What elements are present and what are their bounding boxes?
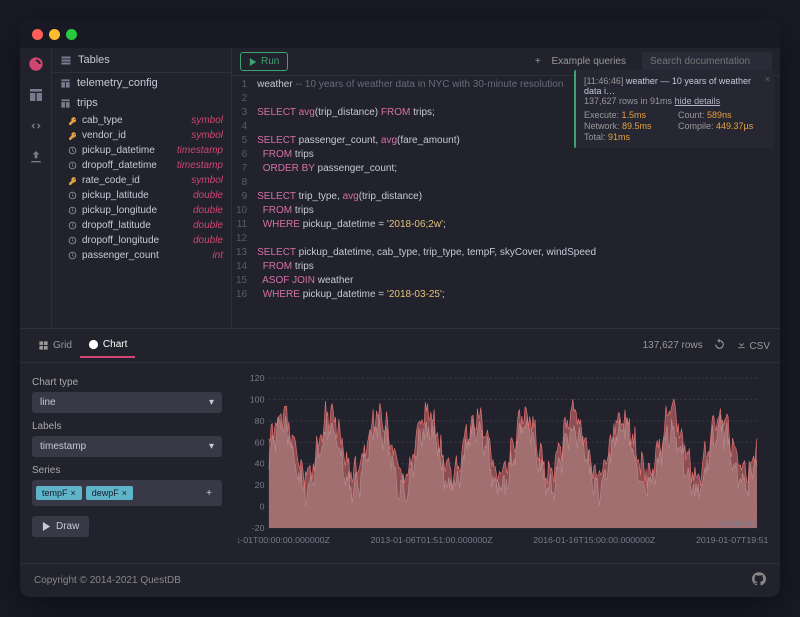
column-item[interactable]: pickup_longitudedouble (62, 203, 231, 218)
labels-label: Labels (32, 421, 222, 432)
svg-text:120: 120 (250, 373, 265, 382)
chart-type-select[interactable]: line▾ (32, 392, 222, 413)
series-select[interactable]: tempF × dewpF × + (32, 480, 222, 506)
chart-icon (88, 339, 99, 350)
svg-text:100: 100 (250, 395, 265, 404)
code-icon[interactable] (28, 118, 44, 137)
notification-panel: × [11:46:46] weather — 10 years of weath… (574, 70, 774, 148)
svg-text:-20: -20 (252, 523, 265, 532)
copyright: Copyright © 2014-2021 QuestDB (34, 575, 181, 586)
svg-text:timestamp: timestamp (716, 518, 757, 527)
column-item[interactable]: pickup_datetimetimestamp (62, 143, 231, 158)
series-label: Series (32, 465, 222, 476)
refresh-icon[interactable] (713, 338, 726, 354)
csv-button[interactable]: CSV (736, 339, 770, 352)
svg-text:2016-01-16T15:00:00.000000Z: 2016-01-16T15:00:00.000000Z (533, 535, 655, 544)
column-item[interactable]: cab_typesymbol (62, 113, 231, 128)
svg-text:2013-01-06T01:51:00.000000Z: 2013-01-06T01:51:00.000000Z (371, 535, 493, 544)
table-icon[interactable] (28, 87, 44, 106)
plus-icon: + (535, 56, 541, 67)
example-queries-button[interactable]: + Example queries (527, 53, 634, 70)
chevron-down-icon: ▾ (209, 397, 214, 408)
svg-text:60: 60 (255, 438, 265, 447)
chart-type-label: Chart type (32, 377, 222, 388)
table-item[interactable]: telemetry_config (52, 73, 231, 93)
svg-text:2019-01-07T19:51:00.000000Z: 2019-01-07T19:51:00.000000Z (696, 535, 768, 544)
tables-header: Tables (52, 48, 231, 73)
logo-icon[interactable] (28, 56, 44, 75)
close-dot[interactable] (32, 29, 43, 40)
svg-text:2010-01-01T00:00:00.000000Z: 2010-01-01T00:00:00.000000Z (238, 535, 330, 544)
chart-controls: Chart type line▾ Labels timestamp▾ Serie… (32, 373, 222, 553)
row-count: 137,627 rows (643, 340, 703, 351)
chevron-down-icon: ▾ (209, 441, 214, 452)
svg-text:20: 20 (255, 481, 265, 490)
table-item[interactable]: trips (52, 93, 231, 113)
labels-select[interactable]: timestamp▾ (32, 436, 222, 457)
chart-canvas: -20 0 20 40 60 80 100 120 2010-01-01T00:00:00.00… (238, 373, 768, 553)
min-dot[interactable] (49, 29, 60, 40)
github-icon[interactable] (752, 572, 766, 589)
search-input[interactable] (642, 52, 772, 71)
max-dot[interactable] (66, 29, 77, 40)
column-item[interactable]: rate_code_idsymbol (62, 173, 231, 188)
line-gutter: 12345678910111213141516 (232, 76, 253, 328)
hide-details-link[interactable]: hide details (675, 96, 721, 106)
tab-grid[interactable]: Grid (30, 334, 80, 357)
close-icon[interactable]: × (765, 74, 770, 84)
column-item[interactable]: dropoff_latitudedouble (62, 218, 231, 233)
column-item[interactable]: passenger_countint (62, 248, 231, 263)
left-rail (20, 48, 52, 328)
column-item[interactable]: dropoff_longitudedouble (62, 233, 231, 248)
svg-text:40: 40 (255, 459, 265, 468)
svg-text:80: 80 (255, 416, 265, 425)
grid-icon (38, 340, 49, 351)
result-tabs: Grid Chart 137,627 rows CSV (20, 328, 780, 363)
run-button[interactable]: Run (240, 52, 288, 71)
column-item[interactable]: vendor_idsymbol (62, 128, 231, 143)
column-item[interactable]: dropoff_datetimetimestamp (62, 158, 231, 173)
tab-chart[interactable]: Chart (80, 333, 135, 358)
upload-icon[interactable] (28, 149, 44, 168)
series-chip[interactable]: tempF × (36, 486, 82, 500)
svg-text:0: 0 (260, 502, 265, 511)
column-item[interactable]: pickup_latitudedouble (62, 188, 231, 203)
sidebar: Tables telemetry_configtrips cab_typesym… (52, 48, 232, 328)
series-chip[interactable]: dewpF × (86, 486, 133, 500)
remove-icon[interactable]: × (122, 488, 127, 498)
add-series-button[interactable]: + (200, 484, 218, 502)
titlebar (20, 20, 780, 48)
remove-icon[interactable]: × (71, 488, 76, 498)
draw-button[interactable]: Draw (32, 516, 89, 537)
